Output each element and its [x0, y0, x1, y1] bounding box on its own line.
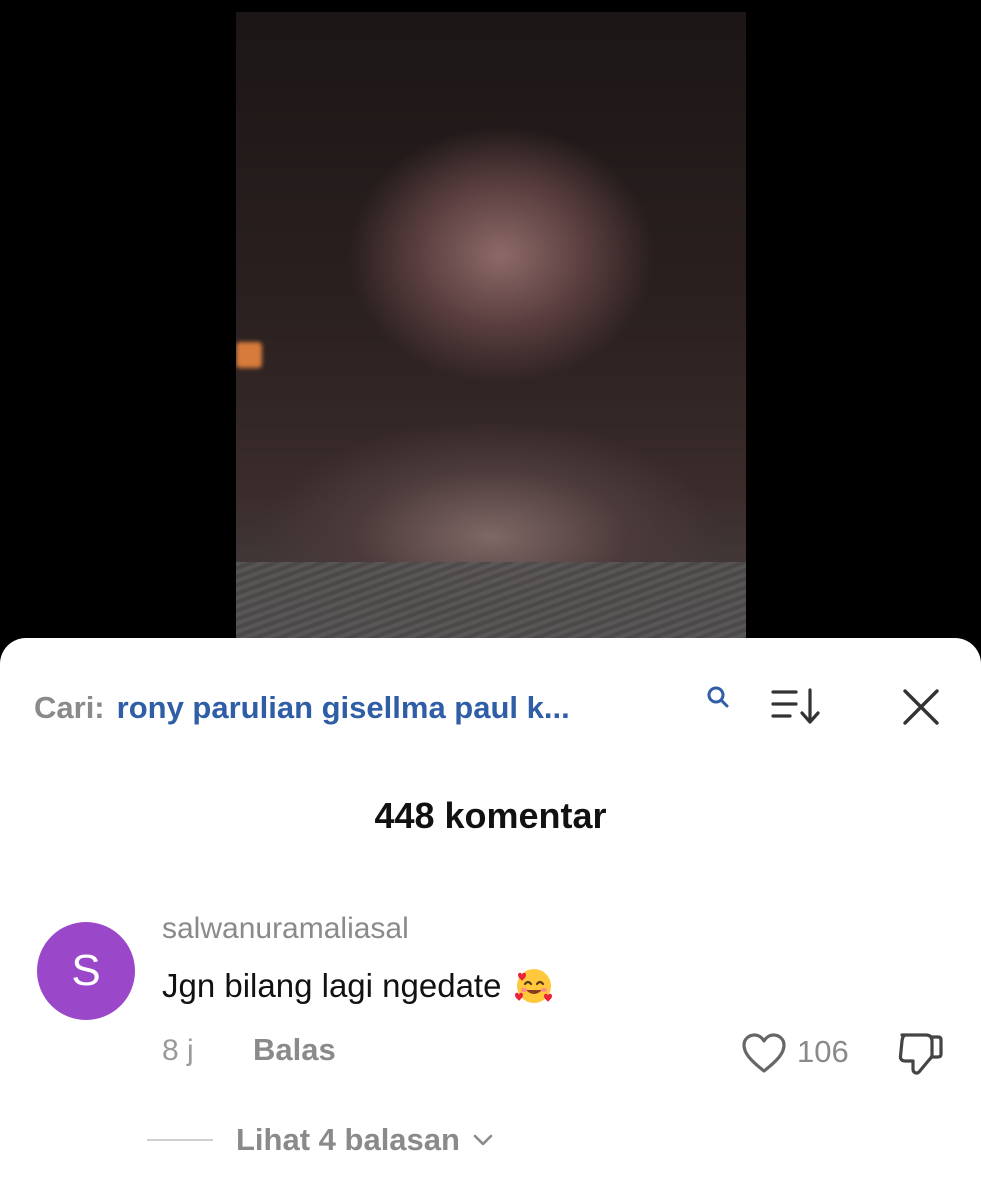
search-icon[interactable]	[705, 684, 731, 710]
chevron-down-icon	[473, 1134, 493, 1146]
screen: Cari: rony parulian gisellma paul k... 4…	[0, 0, 981, 1200]
comment-username[interactable]: salwanuramaliasal	[162, 912, 409, 946]
view-replies-button[interactable]: Lihat 4 balasan	[236, 1122, 494, 1158]
comment-timestamp: 8 j	[162, 1034, 194, 1067]
avatar-letter: S	[71, 946, 101, 995]
reply-button[interactable]: Balas	[253, 1032, 336, 1068]
search-query-link[interactable]: rony parulian gisellma paul k...	[117, 690, 570, 726]
view-replies-label: Lihat 4 balasan	[236, 1122, 460, 1157]
comment-search-bar[interactable]: Cari: rony parulian gisellma paul k...	[34, 688, 570, 728]
background-light	[236, 342, 262, 368]
comment-body: Jgn bilang lagi ngedate	[162, 965, 555, 1007]
video-player[interactable]	[236, 12, 746, 652]
smiling-face-with-hearts-icon	[515, 969, 553, 1003]
thumbs-down-icon[interactable]	[896, 1029, 946, 1077]
heart-icon[interactable]	[740, 1031, 788, 1075]
search-prefix: Cari:	[34, 690, 105, 725]
comments-count-title: 448 komentar	[374, 795, 607, 836]
sort-icon[interactable]	[770, 686, 822, 726]
avatar[interactable]: S	[37, 922, 135, 1020]
replies-divider	[147, 1139, 213, 1141]
comment-text: Jgn bilang lagi ngedate	[162, 967, 502, 1004]
close-icon[interactable]	[902, 688, 940, 726]
like-count: 106	[797, 1034, 849, 1069]
